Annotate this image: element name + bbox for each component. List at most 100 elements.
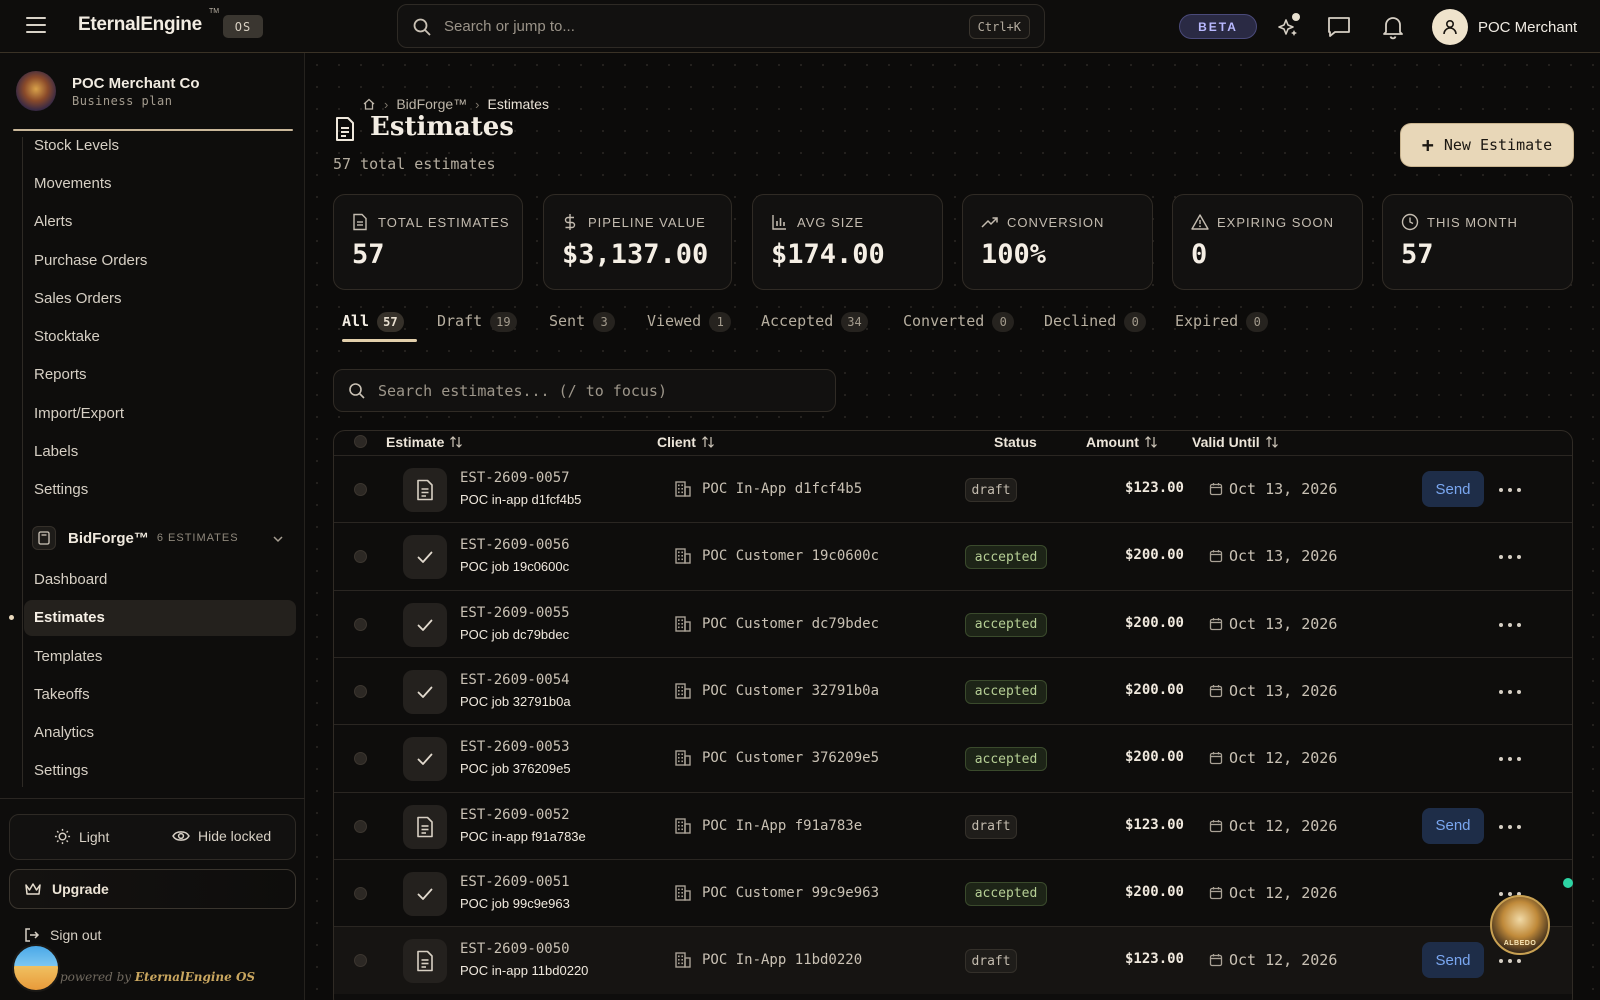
sidebar-item-estimates[interactable]: Estimates	[34, 609, 105, 626]
table-row[interactable]: EST-2609-0056 POC job 19c0600c POC Custome…	[334, 522, 1572, 590]
row-select-radio[interactable]	[354, 617, 367, 631]
estimate-number[interactable]: EST-2609-0050	[460, 941, 570, 957]
beach-avatar[interactable]	[12, 944, 60, 992]
sidebar-item-alerts[interactable]: Alerts	[34, 213, 72, 230]
brand-logo[interactable]: EternalEngine	[78, 14, 202, 36]
sign-out-button[interactable]: Sign out	[24, 927, 101, 943]
beta-badge[interactable]: BETA	[1179, 14, 1257, 39]
more-options-icon[interactable]	[1499, 547, 1521, 567]
send-button[interactable]: Send	[1422, 471, 1484, 507]
sidebar-item-reports[interactable]: Reports	[34, 366, 87, 383]
client-cell[interactable]: POC In-App d1fcf4b5	[674, 480, 862, 498]
tab-viewed[interactable]: Viewed 1	[647, 312, 732, 346]
column-header-amount[interactable]: Amount	[1086, 434, 1158, 450]
send-button[interactable]: Send	[1422, 807, 1484, 844]
row-select-radio[interactable]	[354, 684, 367, 698]
bell-icon[interactable]	[1380, 14, 1406, 40]
more-options-icon[interactable]	[1499, 615, 1521, 635]
estimate-number[interactable]: EST-2609-0051	[460, 874, 570, 890]
client-cell[interactable]: POC In-App f91a783e	[674, 817, 862, 835]
sidebar-item-templates[interactable]: Templates	[34, 648, 102, 665]
sidebar-item-stocktake[interactable]: Stocktake	[34, 328, 100, 345]
estimate-search-input[interactable]: Search estimates... (/ to focus)	[333, 369, 836, 412]
accepted-status-icon	[403, 669, 447, 714]
client-cell[interactable]: POC Customer dc79bdec	[674, 615, 879, 633]
column-header-valid-until[interactable]: Valid Until	[1192, 434, 1279, 450]
more-options-icon[interactable]	[1499, 817, 1521, 837]
client-cell[interactable]: POC Customer 376209e5	[674, 749, 879, 767]
org-switcher[interactable]: POC Merchant Co Business plan	[16, 71, 200, 111]
sparkle-icon[interactable]	[1276, 13, 1302, 40]
row-select-radio[interactable]	[354, 550, 367, 564]
sidebar-item-takeoffs[interactable]: Takeoffs	[34, 686, 90, 703]
crown-icon	[25, 883, 41, 895]
amount-value: $200.00	[1124, 547, 1184, 564]
client-name: POC In-App f91a783e	[702, 817, 863, 834]
home-icon[interactable]	[362, 97, 376, 111]
sidebar-item-labels[interactable]: Labels	[34, 443, 78, 460]
powered-prefix: powered by	[60, 970, 132, 984]
client-cell[interactable]: POC Customer 19c0600c	[674, 547, 879, 565]
row-select-radio[interactable]	[354, 886, 367, 900]
chat-icon[interactable]	[1326, 14, 1352, 40]
chevron-down-icon[interactable]	[272, 533, 284, 545]
more-options-icon[interactable]	[1499, 480, 1521, 500]
row-select-radio[interactable]	[354, 483, 367, 496]
breadcrumb-bidforge[interactable]: BidForge™	[396, 96, 467, 112]
estimate-number[interactable]: EST-2609-0056	[460, 537, 570, 553]
estimate-number[interactable]: EST-2609-0057	[460, 470, 570, 486]
sidebar-item-analytics[interactable]: Analytics	[34, 724, 94, 741]
sidebar-item-purchase-orders[interactable]: Purchase Orders	[34, 252, 147, 269]
estimate-number[interactable]: EST-2609-0054	[460, 672, 570, 688]
estimate-number[interactable]: EST-2609-0052	[460, 807, 570, 823]
column-header-client[interactable]: Client	[657, 434, 715, 450]
client-cell[interactable]: POC Customer 32791b0a	[674, 682, 879, 700]
light-theme-button[interactable]: Light	[54, 828, 109, 845]
table-row[interactable]: EST-2609-0055 POC job dc79bdec POC Custome…	[334, 589, 1572, 658]
stat-label: TOTAL ESTIMATES	[378, 215, 510, 230]
accepted-status-icon	[403, 602, 447, 647]
table-row[interactable]: EST-2609-0054 POC job 32791b0a POC Custome…	[334, 656, 1572, 725]
send-button[interactable]: Send	[1422, 942, 1484, 979]
estimate-number[interactable]: EST-2609-0055	[460, 605, 570, 621]
user-menu[interactable]: POC Merchant	[1432, 8, 1577, 46]
sidebar-item-stock-levels[interactable]: Stock Levels	[34, 137, 119, 154]
global-search[interactable]: Search or jump to... Ctrl+K	[397, 4, 1045, 48]
sidebar-item-settings[interactable]: Settings	[34, 481, 88, 498]
client-cell[interactable]: POC In-App 11bd0220	[674, 951, 862, 969]
table-row[interactable]: EST-2609-0050 POC in-app 11bd0220 POC In-A…	[334, 926, 1572, 995]
more-options-icon[interactable]	[1499, 682, 1521, 702]
hide-locked-button[interactable]: Hide locked	[172, 828, 271, 844]
sidebar-item-sales-orders[interactable]: Sales Orders	[34, 290, 122, 307]
estimate-number[interactable]: EST-2609-0053	[460, 739, 570, 755]
table-row[interactable]: EST-2609-0057 POC in-app d1fcf4b5 POC In-A…	[334, 455, 1572, 523]
select-all-radio[interactable]	[354, 435, 367, 448]
row-select-radio[interactable]	[354, 752, 367, 766]
column-header-estimate[interactable]: Estimate	[386, 434, 463, 450]
menu-icon[interactable]	[26, 17, 46, 35]
client-cell[interactable]: POC Customer 99c9e963	[674, 884, 879, 902]
sidebar-item-bidforge-settings[interactable]: Settings	[34, 762, 88, 779]
tab-declined[interactable]: Declined 0	[1044, 312, 1147, 346]
sidebar-item-movements[interactable]: Movements	[34, 175, 112, 192]
new-estimate-button[interactable]: + New Estimate	[1401, 124, 1573, 166]
tab-count: 3	[593, 312, 616, 332]
more-options-icon[interactable]	[1499, 749, 1521, 769]
upgrade-button[interactable]: Upgrade	[9, 869, 296, 909]
valid-until-date: Oct 12, 2026	[1229, 951, 1338, 970]
albedo-assistant-avatar[interactable]: ALBEDO	[1490, 895, 1550, 955]
row-select-radio[interactable]	[354, 819, 367, 833]
tab-draft[interactable]: Draft 19	[437, 312, 517, 346]
bidforge-section-header[interactable]: BidForge™ 6 ESTIMATES	[32, 526, 239, 550]
tab-expired[interactable]: Expired 0	[1175, 312, 1269, 346]
calendar-icon	[1209, 752, 1223, 765]
sidebar-item-dashboard[interactable]: Dashboard	[34, 571, 107, 588]
row-select-radio[interactable]	[354, 954, 367, 968]
tab-sent[interactable]: Sent 3	[549, 312, 616, 346]
tab-converted[interactable]: Converted 0	[903, 312, 1015, 346]
sidebar-item-import-export[interactable]: Import/Export	[34, 405, 124, 422]
table-row[interactable]: EST-2609-0053 POC job 376209e5 POC Custome…	[334, 724, 1572, 792]
table-row[interactable]: EST-2609-0052 POC in-app f91a783e POC In-A…	[334, 791, 1572, 860]
table-row[interactable]: EST-2609-0051 POC job 99c9e963 POC Custome…	[334, 858, 1572, 927]
tab-accepted[interactable]: Accepted 34	[761, 312, 868, 346]
